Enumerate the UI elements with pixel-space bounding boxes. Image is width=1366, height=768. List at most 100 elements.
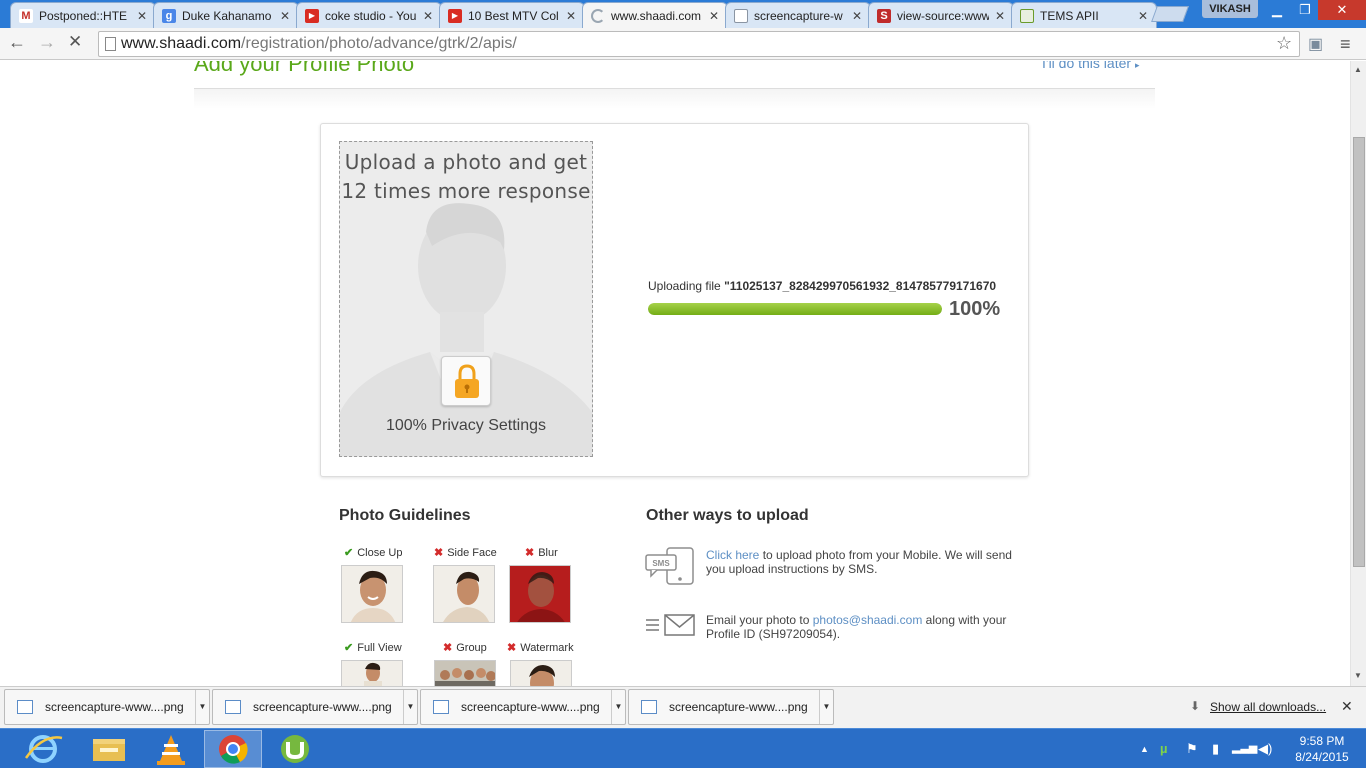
download-item[interactable]: screencapture-www....png ▼	[628, 689, 834, 725]
clock-time: 9:58 PM	[1299, 734, 1345, 748]
skip-link-label: I'll do this later	[1042, 61, 1132, 71]
photo-upload-box[interactable]: Upload a photo and get 12 times more res…	[339, 141, 593, 457]
url-path: /registration/photo/advance/gtrk/2/apis/	[241, 35, 517, 52]
tab-tems[interactable]: TEMS APII ✕	[1011, 2, 1157, 28]
system-clock[interactable]: 9:58 PM 8/24/2015	[1290, 733, 1354, 765]
guideline-photo-full-view	[341, 660, 403, 686]
tab-youtube-coke[interactable]: ▶ coke studio - You ✕	[296, 2, 442, 28]
close-icon[interactable]: ✕	[995, 9, 1005, 23]
battery-icon[interactable]: ▮	[1212, 741, 1219, 757]
utorrent-tray-icon[interactable]: µ	[1160, 741, 1168, 756]
guideline-text: Full View	[357, 642, 402, 654]
youtube-icon: ▶	[448, 8, 462, 23]
menu-icon[interactable]: ≡	[1340, 34, 1351, 55]
guideline-label: ✖ Side Face	[434, 546, 497, 559]
tray-expand-icon[interactable]: ▲	[1140, 744, 1149, 754]
file-explorer-icon[interactable]	[80, 730, 138, 768]
volume-icon[interactable]: ◀)	[1258, 741, 1272, 757]
close-icon[interactable]: ✕	[280, 9, 290, 23]
close-icon[interactable]: ✕	[566, 9, 576, 23]
flag-icon[interactable]: ⚑	[1186, 741, 1198, 757]
close-icon[interactable]: ✕	[709, 9, 719, 23]
stop-loading-icon[interactable]: ✕	[68, 32, 82, 52]
close-icon[interactable]: ✕	[852, 9, 862, 23]
tab-google-search[interactable]: g Duke Kahanamo ✕	[153, 2, 299, 28]
guideline-photo-group	[434, 660, 496, 686]
tab-title: www.shaadi.com	[611, 8, 702, 23]
download-filename: screencapture-www....png	[461, 700, 600, 714]
tab-gmail[interactable]: M Postponed::HTE ✕	[10, 2, 156, 28]
vlc-icon[interactable]	[142, 730, 200, 768]
guideline-label: ✔ Full View	[344, 641, 402, 654]
check-icon: ✔	[344, 547, 354, 559]
download-item[interactable]: screencapture-www....png ▼	[4, 689, 210, 725]
forward-arrow-icon[interactable]: →	[38, 32, 56, 53]
chrome-icon[interactable]	[204, 730, 262, 768]
image-file-icon	[17, 700, 33, 714]
tab-strip: M Postponed::HTE ✕ g Duke Kahanamo ✕ ▶ c…	[0, 0, 1366, 28]
guideline-label: ✖ Group	[443, 641, 487, 654]
close-icon[interactable]: ✕	[137, 9, 147, 23]
upload-status-prefix: Uploading file	[648, 279, 725, 293]
check-icon: ✔	[344, 642, 354, 654]
profile-badge[interactable]: VIKASH	[1202, 0, 1258, 18]
restore-icon[interactable]: ❐	[1292, 0, 1318, 20]
guideline-text: Close Up	[357, 547, 403, 559]
chevron-down-icon[interactable]: ▼	[611, 690, 625, 724]
tab-view-source[interactable]: S view-source:www ✕	[868, 2, 1014, 28]
image-file-icon	[225, 700, 241, 714]
close-icon[interactable]: ✕	[1341, 698, 1353, 715]
chevron-down-icon[interactable]: ▼	[819, 690, 833, 724]
tab-youtube-mtv[interactable]: ▶ 10 Best MTV Col ✕	[439, 2, 585, 28]
new-tab-button[interactable]	[1151, 6, 1189, 22]
close-icon[interactable]: ✕	[423, 9, 433, 23]
camera-icon[interactable]: ▣	[1308, 34, 1323, 54]
address-bar[interactable]: www.shaadi.com/registration/photo/advanc…	[98, 31, 1300, 57]
scroll-up-arrow-icon[interactable]: ▲	[1354, 65, 1362, 74]
scroll-down-arrow-icon[interactable]: ▼	[1354, 671, 1362, 680]
upload-card: Upload a photo and get 12 times more res…	[320, 123, 1029, 477]
tab-screencapture[interactable]: screencapture-w ✕	[725, 2, 871, 28]
upload-status: Uploading file "11025137_828429970561932…	[648, 279, 1016, 293]
image-file-icon	[433, 700, 449, 714]
download-item[interactable]: screencapture-www....png ▼	[212, 689, 418, 725]
scrollbar-thumb[interactable]	[1353, 137, 1365, 567]
signal-icon[interactable]: ▂▃▅	[1232, 741, 1257, 754]
skip-link[interactable]: I'll do this later ▸	[1042, 61, 1139, 71]
privacy-lock-button[interactable]	[441, 356, 491, 406]
photo-prompt: Upload a photo and get 12 times more res…	[340, 148, 592, 206]
utorrent-icon[interactable]	[266, 730, 324, 768]
guideline-photo-close-up	[341, 565, 403, 623]
download-shelf: screencapture-www....png ▼ screencapture…	[0, 686, 1366, 728]
email-address-link[interactable]: photos@shaadi.com	[813, 613, 923, 627]
window-close-icon[interactable]: ✕	[1318, 0, 1366, 20]
minimize-icon[interactable]: ▁	[1262, 0, 1292, 20]
page-icon	[734, 8, 748, 23]
url-host: www.shaadi.com	[121, 35, 242, 52]
privacy-settings-label: 100% Privacy Settings	[385, 417, 547, 434]
download-item[interactable]: screencapture-www....png ▼	[420, 689, 626, 725]
guideline-text: Blur	[538, 547, 558, 559]
internet-explorer-icon[interactable]	[14, 730, 72, 768]
show-all-downloads-link[interactable]: Show all downloads...	[1210, 700, 1326, 714]
close-icon[interactable]: ✕	[1138, 9, 1148, 23]
caret-right-icon: ▸	[1134, 61, 1140, 70]
tab-shaadi[interactable]: www.shaadi.com ✕	[582, 2, 728, 28]
guideline-label: ✖ Blur	[525, 546, 558, 559]
vertical-scrollbar[interactable]: ▲ ▼	[1350, 61, 1366, 686]
page-title: Add your Profile Photo	[194, 61, 415, 76]
sms-click-here-link[interactable]: Click here	[706, 548, 759, 562]
bookmark-star-icon[interactable]: ☆	[1276, 33, 1292, 54]
back-arrow-icon[interactable]: ←	[8, 32, 26, 53]
guideline-photo-side-face	[433, 565, 495, 623]
other-ways-heading: Other ways to upload	[646, 507, 809, 524]
download-filename: screencapture-www....png	[45, 700, 184, 714]
tab-title: Postponed::HTE	[39, 8, 128, 23]
taskbar: ▲ µ ⚑ ▮ ▂▃▅ ◀) 9:58 PM 8/24/2015	[0, 728, 1366, 768]
guideline-label: ✔ Close Up	[344, 546, 402, 559]
email-upload-option: Email your photo to photos@shaadi.com al…	[706, 613, 1026, 641]
chevron-down-icon[interactable]: ▼	[403, 690, 417, 724]
tab-title: Duke Kahanamo	[182, 8, 272, 23]
tab-title: view-source:www	[897, 8, 989, 23]
chevron-down-icon[interactable]: ▼	[195, 690, 209, 724]
